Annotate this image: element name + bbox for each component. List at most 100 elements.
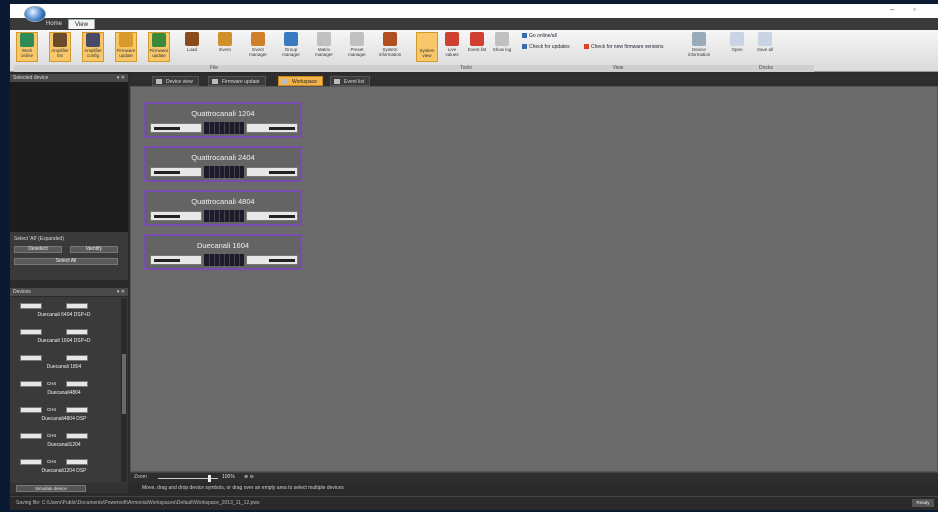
meter-divider: [219, 210, 220, 222]
meter-divider: [214, 254, 215, 266]
ribbon-small-button-1[interactable]: Check for updates: [522, 44, 570, 50]
ribbon-button-save[interactable]: Save all: [754, 32, 776, 62]
ribbon-tab-view[interactable]: View: [68, 19, 95, 29]
zoom-slider-thumb[interactable]: [208, 475, 211, 482]
amplifier-name: Quattrocanali 1204: [191, 109, 255, 118]
amplifier-name: Duecanali 1604: [196, 241, 250, 250]
simulate-device-button[interactable]: Simulate device: [16, 485, 86, 492]
amplifier-input-channel[interactable]: [150, 255, 202, 265]
ribbon-tab-home[interactable]: Home: [40, 19, 68, 29]
amplifier-symbol[interactable]: Quattrocanali 2404: [144, 146, 302, 182]
ribbon-button-main-5[interactable]: Load: [181, 32, 203, 62]
ribbon-button-tools-1[interactable]: Live values: [441, 32, 463, 62]
ribbon-button-main-6[interactable]: Event: [214, 32, 236, 62]
title-bar: – ▫: [10, 4, 938, 18]
device-chip-left: [20, 381, 42, 387]
ribbon-button-main-4[interactable]: Firmware update: [148, 32, 170, 62]
device-channel-label: CH4: [47, 407, 57, 412]
ribbon-button-main-1[interactable]: Amplifier list: [49, 32, 71, 62]
minimize-button[interactable]: –: [890, 5, 894, 14]
ribbon-button-main-10[interactable]: Preset manager: [346, 32, 368, 62]
doc-tab-label: Event list: [344, 79, 365, 85]
panel-title: Devices: [13, 289, 31, 295]
ribbon-button-main-9[interactable]: Matrix manager: [313, 32, 335, 62]
select-all-button[interactable]: Select All: [14, 258, 118, 265]
ribbon-button-main-2[interactable]: Amplifier config: [82, 32, 104, 62]
ribbon-button-tools-2[interactable]: Event list: [466, 32, 488, 62]
meter-divider: [224, 254, 225, 266]
ribbon-small-button-label: Go online/all: [529, 33, 557, 39]
update-icon: [522, 44, 527, 50]
ribbon-button-label: Event: [219, 47, 231, 52]
doc-tab-label: Workspace: [292, 79, 317, 85]
ribbon-button-tools-0[interactable]: System view: [416, 32, 438, 62]
identify-button[interactable]: Identify: [70, 246, 118, 253]
ribbon-button-main-7[interactable]: Event manager: [247, 32, 269, 62]
device-information-button[interactable]: Device information: [688, 32, 710, 62]
amplifier-output-channel[interactable]: [246, 167, 298, 177]
amplifier-input-channel[interactable]: [150, 211, 202, 221]
amplifier-symbol[interactable]: Quattrocanali 4804: [144, 190, 302, 226]
doc-tab-3[interactable]: Event list: [330, 76, 371, 86]
meter-divider: [229, 254, 230, 266]
maximize-button[interactable]: ▫: [913, 5, 916, 14]
zoom-fit-icon[interactable]: ⊕ ⊖: [244, 474, 254, 480]
amplifier-input-channel[interactable]: [150, 123, 202, 133]
pin-icon[interactable]: ▾ ✕: [117, 288, 125, 296]
ribbon-group-tools: System view Live values Event list Show log…: [414, 30, 518, 72]
ribbon-small-button-0[interactable]: Go online/all: [522, 33, 557, 39]
ribbon-button-open[interactable]: Open: [726, 32, 748, 62]
ribbon-button-main-0[interactable]: Work online: [16, 32, 38, 62]
amplifier-symbol[interactable]: Quattrocanali 1204: [144, 102, 302, 138]
meter-divider: [229, 210, 230, 222]
meter-divider: [229, 166, 230, 178]
device-chip-left: [20, 459, 42, 465]
ribbon-small-button-2[interactable]: Check for new firmware versions: [584, 44, 664, 50]
doc-tab-0[interactable]: Device view: [152, 76, 199, 86]
amplifier-output-channel[interactable]: [246, 123, 298, 133]
ribbon-group-label: Tools: [414, 65, 518, 72]
workspace-canvas[interactable]: Quattrocanali 1204 Quattrocanali 2404 Quat…: [130, 86, 938, 472]
ribbon-tab-strip: Home View: [10, 18, 938, 30]
ribbon-button-label: System information: [379, 47, 402, 57]
device-chip-left: [20, 407, 42, 413]
device-name: Duecanali 6404 DSP+D: [37, 312, 91, 318]
meter-divider: [219, 122, 220, 134]
doc-tab-1[interactable]: Firmware update: [208, 76, 266, 86]
ribbon-group-docks: Open Save all Docks: [718, 30, 814, 72]
channel-bar: [154, 259, 180, 262]
ribbon-button-tools-3[interactable]: Show log: [491, 32, 513, 62]
channel-bar: [154, 215, 180, 218]
level-meters: [204, 210, 244, 222]
status-right-badge: Ready: [912, 499, 934, 507]
online-icon: [522, 33, 527, 39]
scrollbar-thumb[interactable]: [122, 354, 126, 414]
pin-icon[interactable]: ▾ ✕: [117, 74, 125, 82]
firmware-icon: [119, 33, 133, 47]
device-channel-label: CH4: [47, 381, 57, 386]
globe-icon: [20, 33, 34, 47]
amplifier-output-channel[interactable]: [246, 255, 298, 265]
doc-tab-icon: [334, 79, 340, 84]
save-icon: [758, 32, 772, 46]
ribbon-button-main-8[interactable]: Group manager: [280, 32, 302, 62]
meter-divider: [219, 166, 220, 178]
doc-tab-icon: [156, 79, 162, 84]
amplifier-output-channel[interactable]: [246, 211, 298, 221]
select-label: Select 'All' (Expanded): [14, 236, 64, 242]
amplifier-name: Quattrocanali 2404: [191, 153, 255, 162]
panel-title: Selected device: [13, 75, 49, 81]
ribbon-button-label: Preset manager: [348, 47, 366, 57]
ribbon-button-main-3[interactable]: Firmware update: [115, 32, 137, 62]
meter-divider: [234, 122, 235, 134]
ribbon-button-main-11[interactable]: System information: [379, 32, 401, 62]
application-menu-button[interactable]: [24, 6, 46, 22]
selection-controls: Select 'All' (Expanded) Deselect Identif…: [10, 232, 128, 280]
amplifier-symbol[interactable]: Duecanali 1604: [144, 234, 302, 270]
matrix-icon: [317, 32, 331, 46]
doc-tab-2[interactable]: Workspace: [278, 76, 323, 86]
deselect-button[interactable]: Deselect: [14, 246, 62, 253]
ribbon-group-file: Work online Amplifier list Amplifier confi…: [14, 30, 414, 72]
ribbon-group-label: File: [14, 65, 414, 72]
amplifier-input-channel[interactable]: [150, 167, 202, 177]
